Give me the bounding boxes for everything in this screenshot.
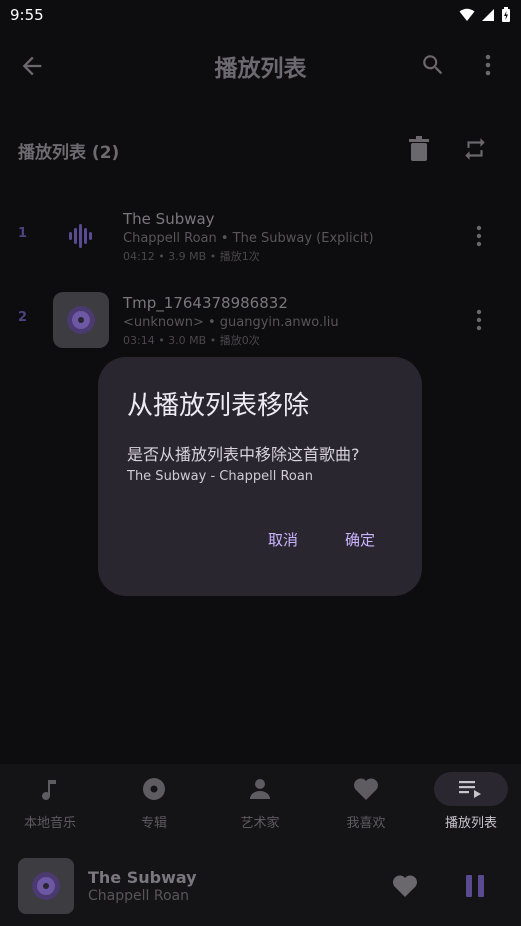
dialog-message: 是否从播放列表中移除这首歌曲? (127, 445, 360, 464)
dialog-song-name: The Subway - Chappell Roan (127, 469, 314, 484)
cancel-button[interactable]: 取消 (268, 529, 298, 550)
confirm-button[interactable]: 确定 (345, 529, 375, 550)
remove-from-playlist-dialog: 从播放列表移除 是否从播放列表中移除这首歌曲? The Subway - Cha… (98, 357, 422, 596)
dialog-title: 从播放列表移除 (127, 391, 310, 421)
